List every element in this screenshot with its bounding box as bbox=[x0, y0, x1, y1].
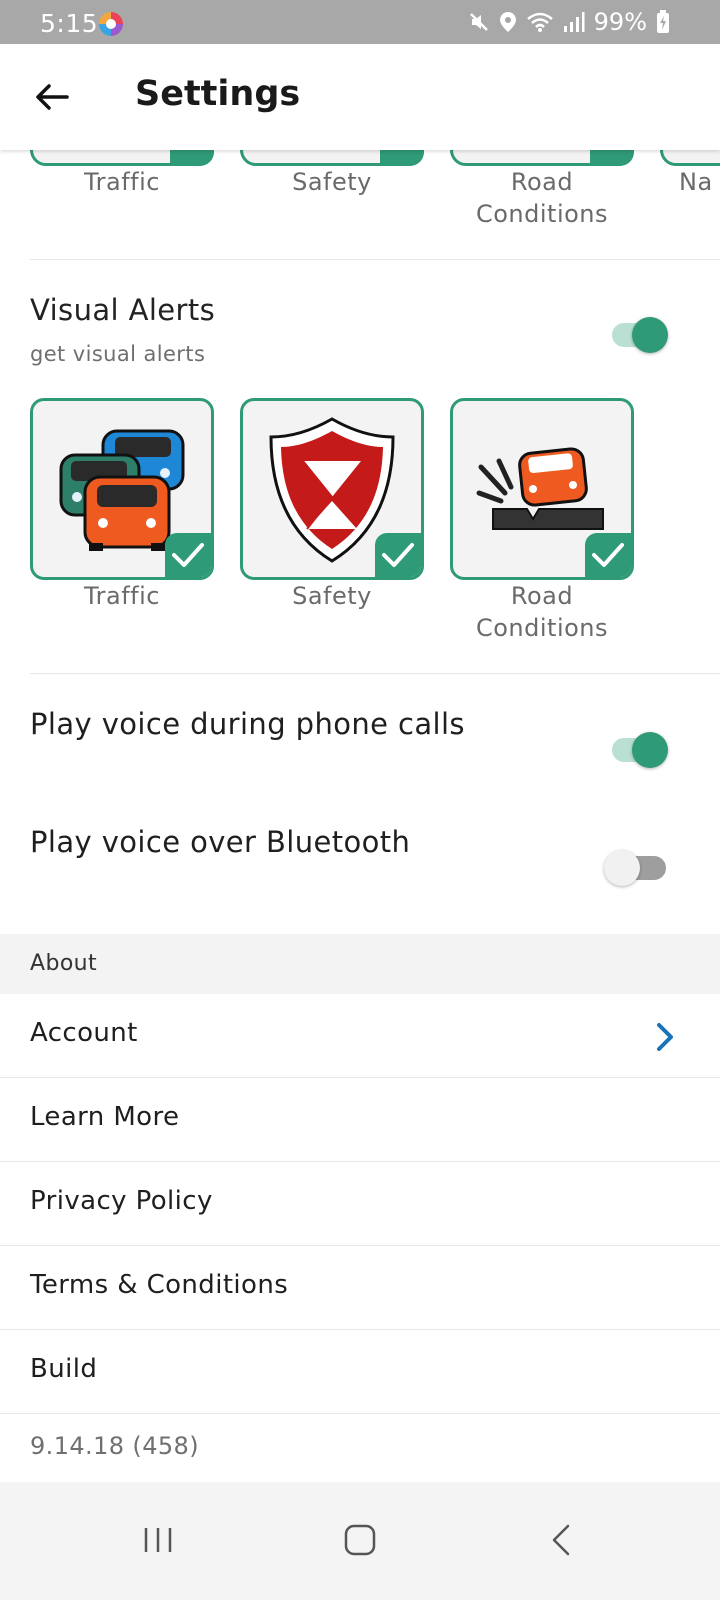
bluetooth-label: Play voice over Bluetooth bbox=[30, 825, 411, 859]
tile-label: Na bbox=[679, 168, 713, 196]
tile-label: Traffic bbox=[84, 582, 160, 610]
battery-charging-icon bbox=[657, 10, 669, 33]
visual-alerts-toggle[interactable] bbox=[608, 315, 670, 355]
visual-tile-safety[interactable] bbox=[240, 398, 424, 580]
visual-alerts-subtitle: get visual alerts bbox=[30, 342, 206, 366]
divider bbox=[30, 259, 720, 260]
status-icons: 99% bbox=[468, 8, 670, 36]
check-icon bbox=[585, 533, 631, 577]
divider bbox=[30, 673, 720, 674]
app-bar: Settings bbox=[0, 44, 720, 150]
learn-more-row[interactable]: Learn More bbox=[0, 1078, 720, 1162]
terms-row[interactable]: Terms & Conditions bbox=[0, 1246, 720, 1330]
home-icon[interactable] bbox=[338, 1518, 382, 1562]
page-title: Settings bbox=[135, 74, 301, 114]
status-bar: 5:15 99% bbox=[0, 0, 720, 44]
app-notification-icon bbox=[99, 12, 123, 36]
account-row[interactable]: Account bbox=[0, 994, 720, 1078]
visual-tile-road-conditions[interactable] bbox=[450, 398, 634, 580]
tile-label: Safety bbox=[292, 582, 372, 610]
status-time: 5:15 bbox=[40, 9, 99, 38]
learn-more-label: Learn More bbox=[30, 1102, 180, 1132]
check-icon bbox=[170, 150, 214, 166]
audio-alert-tiles: Traffic Safety Road Conditions Na bbox=[0, 150, 720, 265]
chevron-right-icon bbox=[657, 1023, 673, 1051]
visual-tile-traffic[interactable] bbox=[30, 398, 214, 580]
signal-icon bbox=[563, 12, 585, 32]
back-arrow-icon[interactable] bbox=[34, 79, 70, 115]
audio-tile-navigation[interactable] bbox=[660, 150, 720, 166]
privacy-policy-row[interactable]: Privacy Policy bbox=[0, 1162, 720, 1246]
build-version: 9.14.18 (458) bbox=[30, 1432, 199, 1460]
terms-label: Terms & Conditions bbox=[30, 1270, 289, 1300]
audio-tile-safety[interactable] bbox=[240, 150, 424, 166]
wifi-icon bbox=[526, 12, 553, 32]
check-icon bbox=[165, 533, 211, 577]
bluetooth-toggle[interactable] bbox=[604, 848, 670, 888]
about-section-header: About bbox=[0, 934, 720, 994]
build-row: Build bbox=[0, 1330, 720, 1414]
phone-calls-toggle[interactable] bbox=[608, 730, 670, 770]
account-label: Account bbox=[30, 1018, 138, 1048]
build-label: Build bbox=[30, 1354, 98, 1384]
tile-label: Road Conditions bbox=[475, 582, 609, 642]
privacy-policy-label: Privacy Policy bbox=[30, 1186, 213, 1216]
battery-percent: 99% bbox=[593, 8, 647, 36]
audio-tile-road-conditions[interactable] bbox=[450, 150, 634, 166]
audio-tile-traffic[interactable] bbox=[30, 150, 214, 166]
back-nav-icon[interactable] bbox=[540, 1518, 584, 1562]
about-header-label: About bbox=[30, 951, 98, 976]
visual-alerts-title: Visual Alerts bbox=[30, 293, 216, 327]
location-icon bbox=[499, 12, 516, 32]
check-icon bbox=[590, 150, 634, 166]
phone-calls-label: Play voice during phone calls bbox=[30, 707, 465, 741]
mute-icon bbox=[469, 13, 488, 31]
system-nav-bar bbox=[0, 1482, 720, 1600]
recent-apps-icon[interactable] bbox=[138, 1518, 182, 1562]
tile-label: Traffic bbox=[84, 168, 160, 196]
tile-label: Safety bbox=[292, 168, 372, 196]
check-icon bbox=[375, 533, 421, 577]
check-icon bbox=[380, 150, 424, 166]
tile-label: Road Conditions bbox=[475, 168, 609, 228]
